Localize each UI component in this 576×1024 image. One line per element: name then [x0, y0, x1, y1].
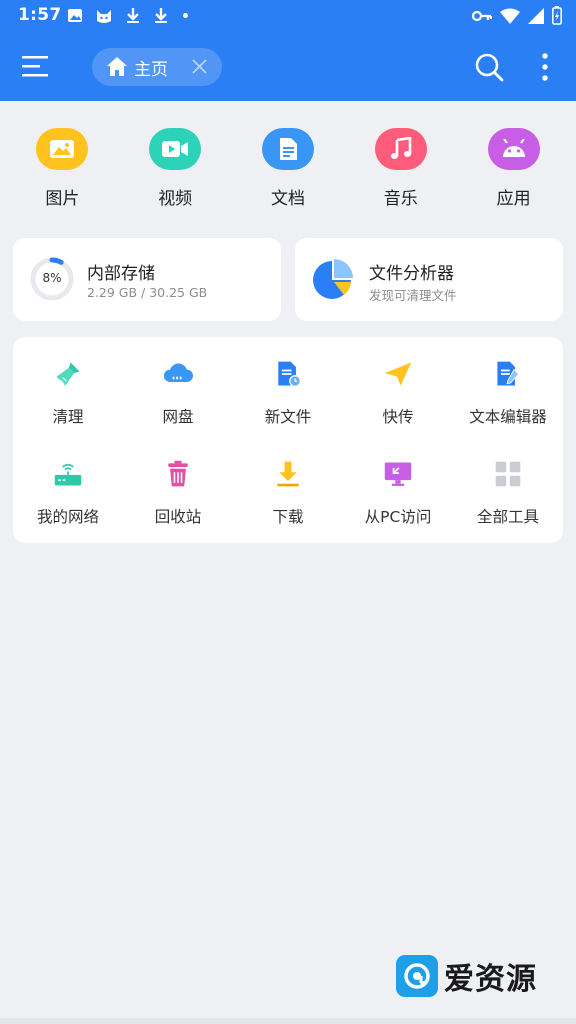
category-videos-badge	[149, 128, 202, 170]
music-icon	[390, 137, 412, 159]
wifi-icon	[500, 8, 520, 24]
tool-cloud-drive-label: 网盘	[162, 408, 194, 426]
cat-notification-icon	[97, 9, 111, 23]
menu-button[interactable]	[20, 54, 50, 78]
tool-pc-access-label: 从PC访问	[364, 508, 432, 526]
internal-storage-card[interactable]: 8% 内部存储 2.29 GB / 30.25 GB	[13, 238, 281, 321]
cloud-drive-icon	[163, 363, 193, 382]
pc-access-icon	[384, 462, 412, 486]
storage-title: 内部存储	[87, 264, 155, 284]
category-documents[interactable]: 文档	[232, 128, 345, 212]
android-icon	[502, 139, 525, 157]
download-notification-icon	[127, 8, 139, 23]
vpn-key-icon	[472, 10, 492, 21]
watermark: 爱资源	[396, 954, 546, 998]
storage-usage: 2.29 GB / 30.25 GB	[87, 285, 208, 300]
navigation-bar	[0, 1018, 576, 1024]
all-tools-icon	[495, 461, 521, 487]
more-options-button[interactable]	[536, 52, 554, 82]
tool-download-label: 下载	[272, 508, 304, 526]
category-videos-label: 视频	[158, 189, 193, 209]
category-music-label: 音乐	[383, 189, 418, 209]
tool-clean-label: 清理	[52, 408, 84, 426]
battery-icon	[552, 6, 562, 25]
tool-recycle-bin[interactable]: 回收站	[123, 437, 233, 527]
file-analyzer-card[interactable]: 文件分析器 发现可清理文件	[295, 238, 563, 321]
analyzer-title: 文件分析器	[369, 264, 454, 284]
category-apps[interactable]: 应用	[457, 128, 570, 212]
tool-clean[interactable]: 清理	[13, 337, 123, 427]
close-tab-icon[interactable]	[191, 58, 208, 75]
category-images-badge	[36, 128, 89, 170]
category-images[interactable]: 图片	[6, 128, 119, 212]
download-notification-icon-2	[155, 8, 167, 23]
more-notifications-dot	[183, 13, 188, 18]
tool-cloud-drive[interactable]: 网盘	[123, 337, 233, 427]
pie-chart-icon	[313, 259, 353, 299]
status-time: 1:57	[18, 5, 62, 25]
search-button[interactable]	[474, 52, 504, 82]
tool-my-network-label: 我的网络	[36, 508, 99, 526]
category-music[interactable]: 音乐	[344, 128, 457, 212]
analyzer-subtitle: 发现可清理文件	[369, 288, 457, 303]
category-apps-label: 应用	[496, 189, 531, 209]
tool-new-file-label: 新文件	[264, 408, 312, 426]
tool-download[interactable]: 下载	[233, 437, 343, 527]
category-documents-badge	[261, 128, 314, 170]
app-bar: 1:57 主页	[0, 0, 576, 101]
category-apps-badge	[487, 128, 540, 170]
text-editor-icon	[497, 361, 520, 386]
watermark-text: 爱资源	[444, 962, 537, 997]
storage-percent: 8%	[42, 271, 62, 285]
router-icon	[54, 463, 82, 486]
tab-home[interactable]: 主页	[92, 48, 222, 86]
recycle-bin-icon	[168, 460, 188, 487]
download-icon	[277, 461, 299, 487]
category-music-badge	[374, 128, 427, 170]
category-row: 图片 视频 文档 音乐 应用	[6, 128, 570, 212]
tool-all-tools-label: 全部工具	[476, 508, 539, 526]
image-icon	[50, 140, 75, 158]
document-icon	[279, 138, 297, 160]
category-videos[interactable]: 视频	[119, 128, 232, 212]
tool-new-file[interactable]: 新文件	[233, 337, 343, 427]
broom-icon	[56, 362, 80, 386]
home-icon	[107, 57, 127, 76]
tool-recycle-bin-label: 回收站	[154, 508, 202, 526]
tool-my-network[interactable]: 我的网络	[13, 437, 123, 527]
status-bar: 1:57	[0, 0, 576, 32]
video-icon	[162, 141, 189, 157]
category-documents-label: 文档	[270, 189, 305, 209]
paper-plane-icon	[384, 362, 412, 386]
tab-home-label: 主页	[134, 59, 168, 80]
tool-pc-access[interactable]: 从PC访问	[343, 437, 453, 527]
category-images-label: 图片	[45, 189, 80, 209]
tools-panel: 清理 网盘 新文件 快传 文本编辑器 我的网络 回收站 下载 从PC访问 全部工…	[13, 337, 563, 543]
tool-quick-transfer[interactable]: 快传	[343, 337, 453, 427]
tool-all-tools[interactable]: 全部工具	[453, 437, 563, 527]
gallery-notification-icon	[68, 9, 82, 22]
watermark-logo-icon	[396, 955, 438, 997]
new-file-icon	[278, 361, 302, 388]
signal-icon	[528, 7, 544, 24]
tool-text-editor-label: 文本编辑器	[469, 408, 547, 426]
tool-quick-transfer-label: 快传	[382, 408, 414, 426]
tool-text-editor[interactable]: 文本编辑器	[453, 337, 563, 427]
